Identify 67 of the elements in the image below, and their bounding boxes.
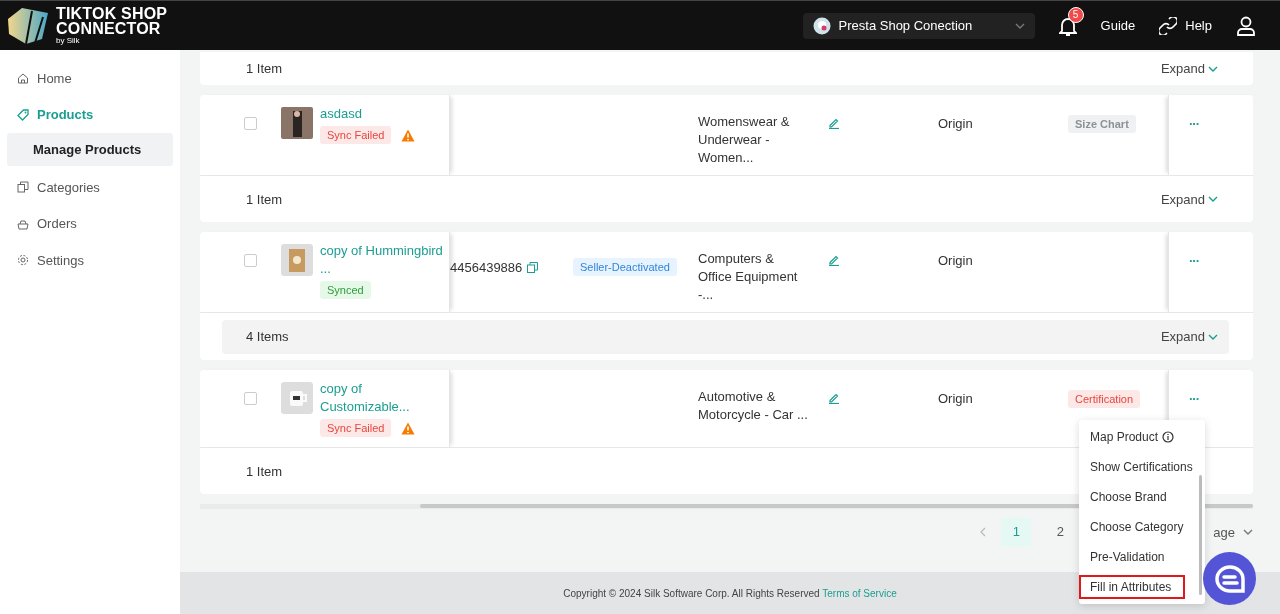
home-icon — [17, 72, 29, 85]
previous-page-icon[interactable] — [979, 527, 988, 537]
origin-text: Origin — [938, 115, 974, 133]
item-count: 4 Items — [246, 329, 289, 344]
logo-byline: by Silk — [56, 36, 81, 45]
guide-link[interactable]: Guide — [1100, 18, 1136, 33]
attribute-tag: Size Chart — [1068, 115, 1136, 133]
sync-status: Synced — [320, 281, 371, 299]
tag-icon — [17, 108, 29, 121]
help-link[interactable]: Help — [1159, 16, 1212, 35]
caret-icon — [1014, 22, 1025, 29]
photo-placeholder — [281, 244, 313, 276]
origin-text: Origin — [938, 390, 974, 408]
page-number[interactable]: 2 — [1045, 517, 1076, 547]
menu-scrollbar[interactable] — [1199, 475, 1202, 595]
edit-icon[interactable] — [828, 392, 840, 404]
menu-item[interactable]: Map Product — [1079, 422, 1189, 452]
product-state: Seller-Deactivated — [573, 258, 677, 276]
sidebar-subitem[interactable]: Manage Products — [7, 133, 173, 166]
logo-icon — [6, 6, 50, 45]
item-count: 1 Item — [246, 191, 283, 207]
logo-text: TIKTOK SHOP — [56, 6, 168, 21]
product-id: 4456439886 — [450, 259, 523, 277]
origin-text: Origin — [938, 252, 974, 270]
sync-status: Sync Failed — [320, 419, 392, 437]
sidebar-item[interactable]: Home — [7, 60, 173, 97]
copy-icon[interactable] — [527, 262, 539, 273]
photo-placeholder — [281, 107, 313, 139]
caret-icon — [1208, 196, 1218, 202]
attribute-tag: Certification — [1068, 390, 1141, 408]
sidebar-item[interactable]: Settings — [7, 242, 173, 279]
user-icon[interactable] — [1236, 15, 1256, 36]
item-count: 1 Item — [246, 61, 283, 76]
sidebar-item[interactable]: Categories — [7, 169, 173, 206]
caret-icon — [1208, 65, 1218, 72]
menu-item[interactable]: Pre-Validation — [1079, 542, 1189, 572]
menu-item[interactable]: Choose Category — [1079, 512, 1189, 542]
caret-icon — [1243, 529, 1253, 535]
row-checkbox[interactable] — [244, 392, 257, 405]
menu-item[interactable]: Fill in Attributes — [1079, 575, 1185, 599]
link-icon — [1159, 16, 1178, 35]
edit-icon[interactable] — [828, 254, 840, 266]
expand-link[interactable]: Expand — [1160, 329, 1218, 344]
logo-text: CONNECTOR — [56, 21, 162, 36]
caret-icon — [1208, 333, 1218, 340]
category-text: Automotive & Motorcycle - Car ... — [698, 388, 809, 424]
photo-placeholder — [281, 382, 313, 414]
edit-icon[interactable] — [828, 117, 840, 129]
copy-icon — [17, 181, 29, 194]
sidebar-item[interactable]: Orders — [7, 205, 173, 242]
expand-link[interactable]: Expand — [1160, 191, 1218, 207]
page-size-select[interactable]: age — [1213, 524, 1253, 540]
chat-icon — [1212, 563, 1247, 594]
settings-icon — [17, 254, 29, 267]
item-count: 1 Item — [246, 463, 283, 479]
category-text: Computers & Office Equipment -... — [698, 250, 799, 304]
store-avatar-icon — [812, 16, 831, 35]
store-select[interactable]: Presta Shop Conection — [802, 12, 1035, 39]
basket-icon — [17, 217, 29, 230]
menu-item[interactable]: Choose Brand — [1079, 482, 1189, 512]
notification-count: 5 — [1067, 6, 1084, 23]
category-text: Womenswear & Underwear - Women... — [698, 113, 791, 167]
row-checkbox[interactable] — [244, 254, 257, 267]
sync-status: Sync Failed — [320, 126, 392, 144]
expand-link[interactable]: Expand — [1160, 61, 1218, 76]
row-checkbox[interactable] — [244, 117, 257, 130]
copyright-text: Copyright © 2024 Silk Software Corp. All Rights Reserved Terms of Service — [563, 587, 897, 599]
